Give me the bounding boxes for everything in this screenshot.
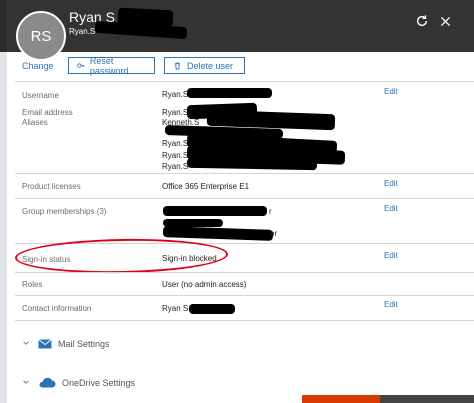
redaction-mark [189, 304, 235, 314]
divider [15, 272, 474, 273]
group-value: r [269, 207, 272, 216]
panel-header: Ryan S Ryan.S [7, 0, 474, 52]
trash-icon [174, 62, 181, 70]
alias-value: Ryan.S [162, 139, 189, 148]
username-value: Ryan.S [162, 90, 189, 99]
mail-settings-title: Mail Settings [58, 339, 110, 349]
redaction-mark [186, 157, 318, 171]
divider [15, 81, 474, 82]
contact-information-label: Contact information [22, 304, 92, 313]
alias-value: Ryan.S [162, 162, 189, 171]
onedrive-settings-title: OneDrive Settings [62, 377, 136, 388]
chevron-down-icon [22, 339, 32, 349]
mail-settings-section[interactable]: Mail Settings [22, 339, 110, 349]
divider [15, 295, 474, 296]
redaction-mark [187, 88, 272, 98]
chevron-down-icon [22, 378, 32, 388]
divider [15, 198, 474, 199]
username-label: Username [22, 91, 59, 100]
background-sidebar [0, 0, 7, 403]
user-details-panel: Ryan S Ryan.S RS Change Reset password D… [7, 0, 474, 403]
redaction-mark [162, 226, 274, 241]
product-licenses-label: Product licenses [22, 182, 81, 191]
delete-user-label: Delete user [187, 60, 234, 71]
email-label: Email address [22, 108, 73, 117]
reset-password-button[interactable]: Reset password [68, 55, 155, 76]
key-icon [77, 63, 85, 68]
signin-status-edit-link[interactable]: Edit [384, 251, 398, 260]
delete-user-button[interactable]: Delete user [164, 57, 245, 74]
footer-secondary-button[interactable] [380, 395, 474, 403]
username-edit-link[interactable]: Edit [384, 87, 398, 96]
mail-icon [38, 339, 52, 349]
roles-value: User (no admin access) [162, 280, 247, 289]
change-avatar-link[interactable]: Change [22, 61, 54, 71]
reset-password-label: Reset password [89, 55, 129, 76]
product-licenses-value: Office 365 Enterprise E1 [162, 182, 250, 191]
cloud-icon [39, 377, 56, 388]
avatar[interactable]: RS [16, 11, 66, 61]
redaction-mark [94, 20, 188, 40]
user-email: Ryan.S [69, 27, 96, 36]
divider [15, 320, 474, 321]
onedrive-settings-section[interactable]: OneDrive Settings [22, 377, 135, 388]
redaction-mark [163, 206, 267, 216]
alias-value: Ryan.S [162, 151, 189, 160]
group-memberships-edit-link[interactable]: Edit [384, 204, 398, 213]
product-licenses-edit-link[interactable]: Edit [384, 179, 398, 188]
contact-information-edit-link[interactable]: Edit [384, 300, 398, 309]
refresh-icon[interactable] [413, 12, 431, 30]
contact-information-value: Ryan S [162, 304, 189, 313]
roles-label: Roles [22, 280, 43, 289]
group-value: or [270, 229, 278, 238]
email-value: Ryan.S [162, 108, 189, 117]
footer-primary-button[interactable] [302, 395, 380, 403]
group-memberships-label: Group memberships (3) [22, 207, 107, 216]
divider [15, 173, 474, 174]
close-icon[interactable] [436, 12, 454, 30]
background-topbar [0, 0, 7, 52]
aliases-label: Aliases [22, 118, 48, 127]
